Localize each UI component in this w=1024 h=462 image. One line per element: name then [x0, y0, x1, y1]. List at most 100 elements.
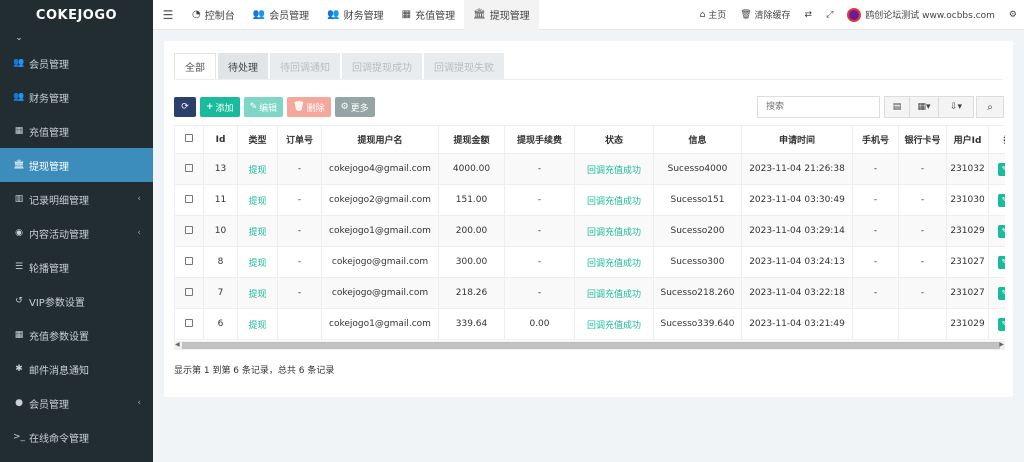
table-row[interactable]: 13 提现 - cokejogo4@gmail.com 4000.00- 回调充值成功 Su… [174, 153, 1005, 185]
sidebar-item-finance[interactable]: 👥 财务管理 [0, 80, 153, 114]
tab-await-callback[interactable]: 待回调通知 [270, 53, 340, 79]
brand-logo[interactable]: COKEJOGO [0, 0, 153, 30]
scroll-left-icon[interactable]: ◀ [175, 341, 180, 348]
columns-button[interactable]: ▦▾ [909, 96, 939, 118]
add-button[interactable]: + 添加 [200, 97, 240, 117]
home-link[interactable]: ⌂ 主页 [693, 8, 734, 22]
table-row[interactable]: 7 提现 - cokejogo@gmail.com 218.26- 回调充值成功 Suces… [174, 277, 1005, 309]
table-row[interactable]: 6 提现 cokejogo1@gmail.com 339.64 0.00 回调充值成功 Su… [174, 308, 1005, 340]
table-cell[interactable]: 提现 [237, 153, 278, 185]
refresh-button[interactable]: ⟳ [174, 97, 196, 117]
table-row[interactable]: 11 提现 - cokejogo2@gmail.com 151.00- 回调充值成功 Suc… [174, 184, 1005, 216]
nav-tab-withdraw[interactable]: 🏛 提现管理 [464, 0, 539, 30]
column-header[interactable]: 提现金额 [438, 125, 505, 154]
edit-row-icon[interactable]: ✎ [997, 255, 1005, 269]
table-cell: Sucesso4000 [653, 153, 742, 185]
search-button[interactable]: ⌕ [976, 96, 1004, 118]
translate-icon[interactable]: ⇄ [798, 10, 820, 20]
sidebar-item-recharge-params[interactable]: ▦ 充值参数设置 [0, 318, 153, 352]
sidebar-item-withdraw[interactable]: 🏛 提现管理 [0, 148, 153, 182]
table-cell[interactable]: 提现 [237, 308, 278, 340]
checkbox[interactable] [185, 318, 193, 327]
checkbox[interactable] [185, 287, 193, 296]
table-cell[interactable]: 提现 [237, 246, 278, 278]
table-cell[interactable]: 回调充值成功 [574, 184, 654, 216]
column-header[interactable]: 申请时间 [741, 125, 853, 154]
row-checkbox-cell[interactable] [174, 308, 204, 340]
scrollbar-thumb[interactable] [182, 342, 1000, 349]
checkbox[interactable] [185, 194, 193, 203]
nav-tab-finance[interactable]: 👥 财务管理 [318, 0, 392, 30]
search-input[interactable] [757, 96, 880, 118]
tab-pending[interactable]: 待处理 [218, 53, 268, 79]
sidebar-item-members-2[interactable]: ● 会员管理 ‹ [0, 386, 153, 420]
edit-row-icon[interactable]: ✎ [997, 224, 1005, 238]
edit-row-icon[interactable]: ✎ [997, 317, 1005, 331]
edit-button[interactable]: ✎ 编辑 [243, 97, 284, 117]
table-cell[interactable]: 回调充值成功 [574, 246, 654, 278]
table-cell: cokejogo1@gmail.com [321, 215, 439, 247]
row-checkbox-cell[interactable] [174, 277, 204, 309]
sidebar-item-recharge[interactable]: ▦ 充值管理 [0, 114, 153, 148]
user-menu[interactable]: 鸥创论坛测试 www.ocbbs.com [840, 7, 1002, 22]
sidebar-item-partial[interactable]: ⌄ [0, 30, 153, 46]
row-checkbox-cell[interactable] [174, 215, 204, 247]
column-header[interactable]: 提现用户名 [321, 125, 439, 154]
nav-tab-members[interactable]: 👥 会员管理 [244, 0, 318, 30]
more-button[interactable]: ⚙ 更多 [334, 97, 375, 117]
edit-row-icon[interactable]: ✎ [997, 286, 1005, 300]
clear-cache-link[interactable]: 🗑 清除缓存 [733, 8, 797, 22]
tab-callback-success[interactable]: 回调提现成功 [342, 53, 422, 79]
settings-gear-icon[interactable]: ⚙ [1002, 10, 1024, 20]
export-button[interactable]: ⇩▾ [938, 96, 974, 118]
table-cell: - [504, 184, 575, 216]
horizontal-scrollbar[interactable]: ◀ ▶ [174, 341, 1005, 350]
column-header[interactable]: 状态 [574, 125, 654, 154]
row-checkbox-cell[interactable] [174, 246, 204, 278]
fullscreen-icon[interactable]: ⤢ [819, 10, 840, 20]
sidebar-item-email[interactable]: ✱ 邮件消息通知 [0, 352, 153, 386]
column-header[interactable]: 手机号 [852, 125, 899, 154]
column-header[interactable]: 银行卡号 [898, 125, 947, 154]
column-header[interactable]: 用户Id [946, 125, 989, 154]
table-cell[interactable]: 回调充值成功 [574, 308, 654, 340]
checkbox[interactable] [185, 134, 193, 142]
table-cell[interactable]: 回调充值成功 [574, 215, 654, 247]
sidebar-item-terminal[interactable]: >_ 在线命令管理 [0, 420, 153, 454]
trash-icon: 🗑 [293, 102, 305, 112]
table-cell[interactable]: 提现 [237, 215, 278, 247]
column-header[interactable]: 订单号 [277, 125, 322, 154]
header-checkbox[interactable] [174, 125, 204, 154]
row-checkbox-cell[interactable] [174, 184, 204, 216]
column-header[interactable]: Id [203, 125, 238, 154]
delete-button[interactable]: 🗑 删除 [287, 97, 331, 117]
table-cell[interactable]: 回调充值成功 [574, 277, 654, 309]
checkbox[interactable] [185, 256, 193, 265]
sidebar-item-content[interactable]: ◉ 内容活动管理 ‹ [0, 216, 153, 250]
withdraw-table: Id 类型 订单号 提现用户名 提现金额 提现手续费 状态 信息 申请时间 手机… [174, 125, 1005, 340]
column-header[interactable]: 类型 [237, 125, 278, 154]
tab-all[interactable]: 全部 [174, 53, 216, 79]
table-row[interactable]: 8 提现 - cokejogo@gmail.com 300.00- 回调充值成功 Suces… [174, 246, 1005, 278]
sidebar-item-vip[interactable]: ↺ VIP参数设置 [0, 284, 153, 318]
row-checkbox-cell[interactable] [174, 153, 204, 185]
nav-tab-recharge[interactable]: ▦ 充值管理 [393, 0, 464, 30]
checkbox[interactable] [185, 163, 193, 172]
column-header[interactable]: 提现手续费 [504, 125, 575, 154]
toggle-view-button[interactable]: ▤ [884, 96, 910, 118]
table-cell[interactable]: 提现 [237, 184, 278, 216]
sidebar-item-carousel[interactable]: ☰ 轮播管理 [0, 250, 153, 284]
nav-tab-dashboard[interactable]: ◔ 控制台 [183, 0, 244, 30]
table-cell[interactable]: 回调充值成功 [574, 153, 654, 185]
sidebar-item-records[interactable]: ▥ 记录明细管理 ‹ [0, 182, 153, 216]
table-row[interactable]: 10 提现 - cokejogo1@gmail.com 200.00- 回调充值成功 Suc… [174, 215, 1005, 247]
edit-row-icon[interactable]: ✎ [997, 162, 1005, 176]
table-cell[interactable]: 提现 [237, 277, 278, 309]
column-header[interactable]: 信息 [653, 125, 742, 154]
edit-row-icon[interactable]: ✎ [997, 193, 1005, 207]
scroll-right-icon[interactable]: ▶ [999, 341, 1004, 348]
menu-toggle-icon[interactable]: ☰ [153, 8, 183, 22]
tab-callback-fail[interactable]: 回调提现失败 [424, 53, 504, 79]
checkbox[interactable] [185, 225, 193, 234]
sidebar-item-members[interactable]: 👥 会员管理 [0, 46, 153, 80]
